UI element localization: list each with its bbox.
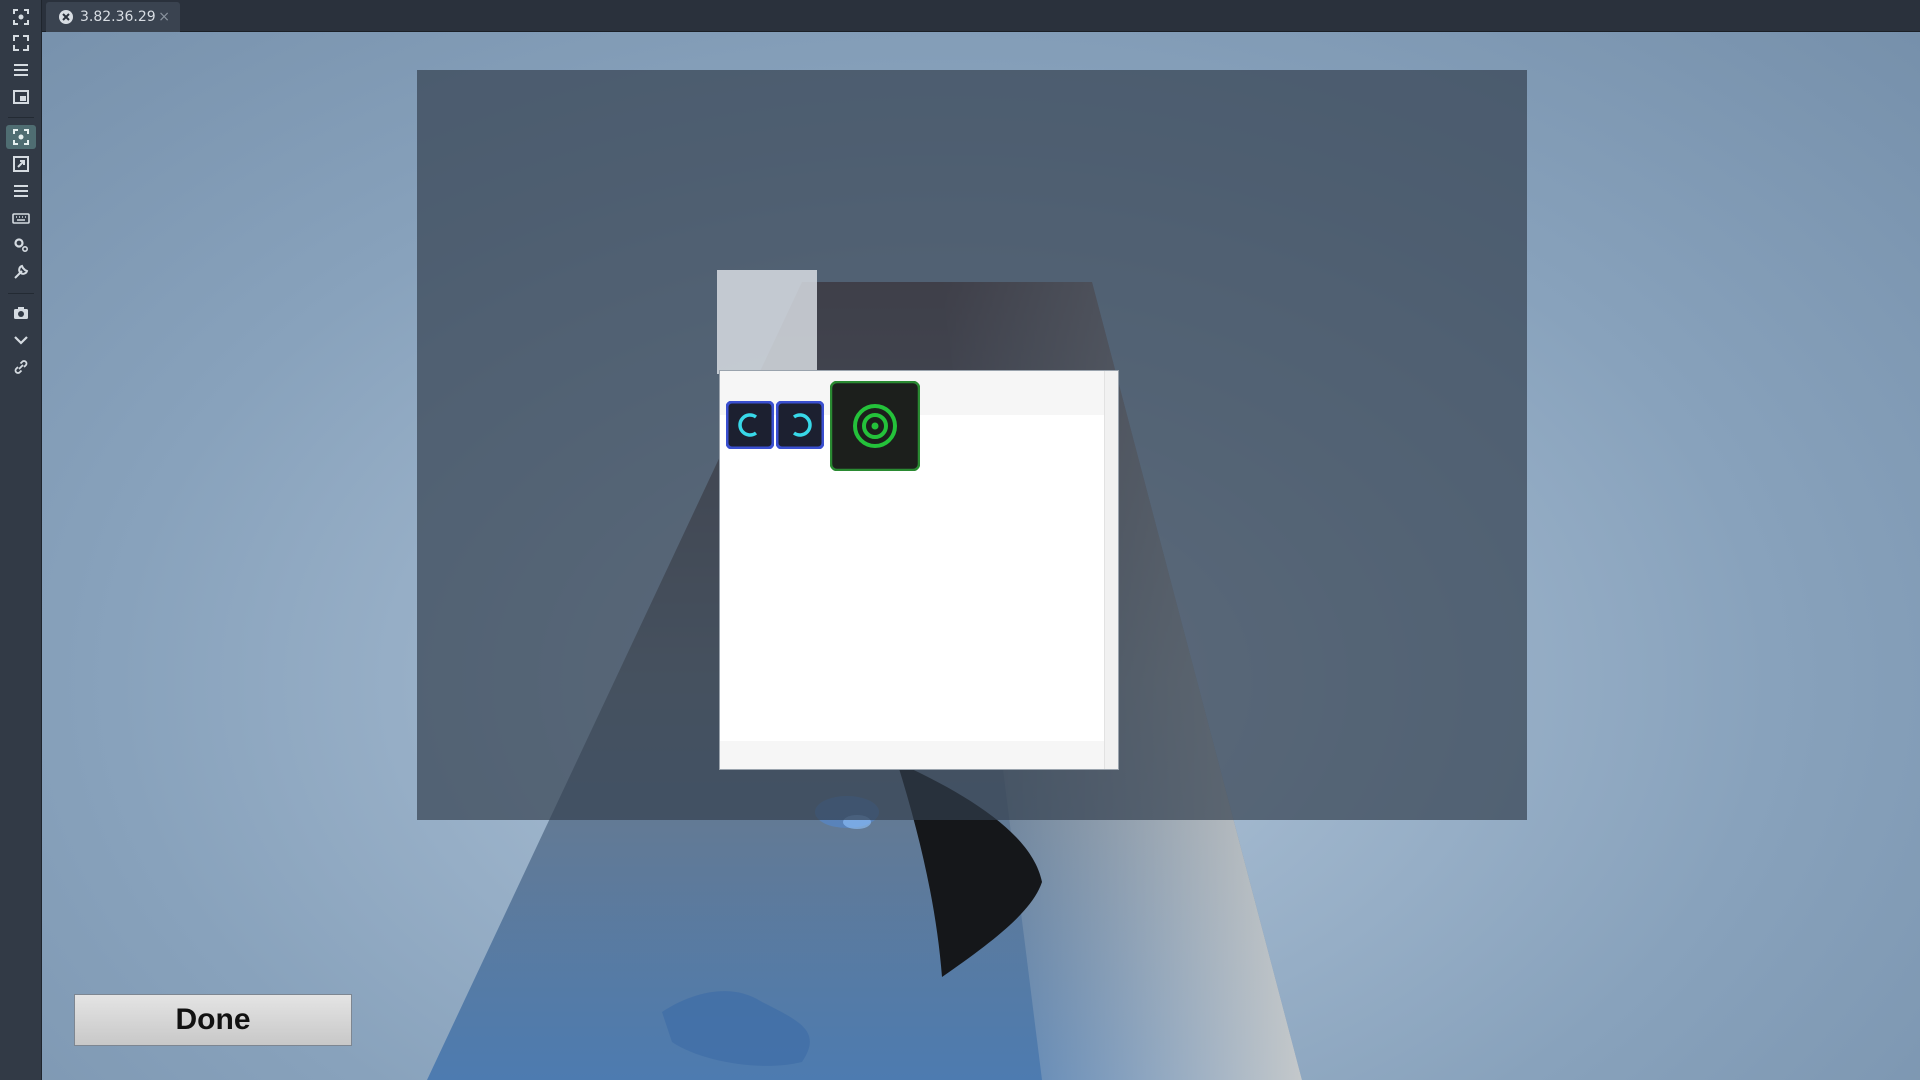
camera-icon[interactable] xyxy=(6,301,36,325)
wrench-icon[interactable] xyxy=(6,260,36,284)
inventory-scrollbar[interactable] xyxy=(1104,371,1118,769)
game-viewport[interactable]: Done xyxy=(42,32,1920,1080)
inventory-footer-strip xyxy=(720,741,1104,769)
side-toolbar xyxy=(0,0,42,1080)
inventory-window[interactable] xyxy=(719,370,1119,770)
settings-icon[interactable] xyxy=(6,233,36,257)
resize-icon[interactable] xyxy=(6,152,36,176)
blue-rune-icon[interactable] xyxy=(726,401,774,449)
window-icon[interactable] xyxy=(6,85,36,109)
game-controller-icon xyxy=(59,10,73,24)
tab-bar: 3.82.36.29 × xyxy=(42,0,1920,32)
chevron-down-icon[interactable] xyxy=(6,328,36,352)
focus-icon[interactable] xyxy=(6,125,36,149)
green-target-icon[interactable] xyxy=(830,381,920,471)
tab-close-icon[interactable]: × xyxy=(158,9,170,25)
screenshot-frame-icon[interactable] xyxy=(6,5,36,29)
tab-label: 3.82.36.29 xyxy=(80,9,156,25)
drag-ghost xyxy=(717,270,817,374)
list-icon[interactable] xyxy=(6,179,36,203)
link-icon[interactable] xyxy=(6,355,36,379)
keyboard-icon[interactable] xyxy=(6,206,36,230)
blue-rune-icon[interactable] xyxy=(776,401,824,449)
menu-icon[interactable] xyxy=(6,58,36,82)
session-tab[interactable]: 3.82.36.29 × xyxy=(46,2,180,32)
done-button[interactable]: Done xyxy=(74,994,352,1046)
fullscreen-icon[interactable] xyxy=(6,31,36,55)
